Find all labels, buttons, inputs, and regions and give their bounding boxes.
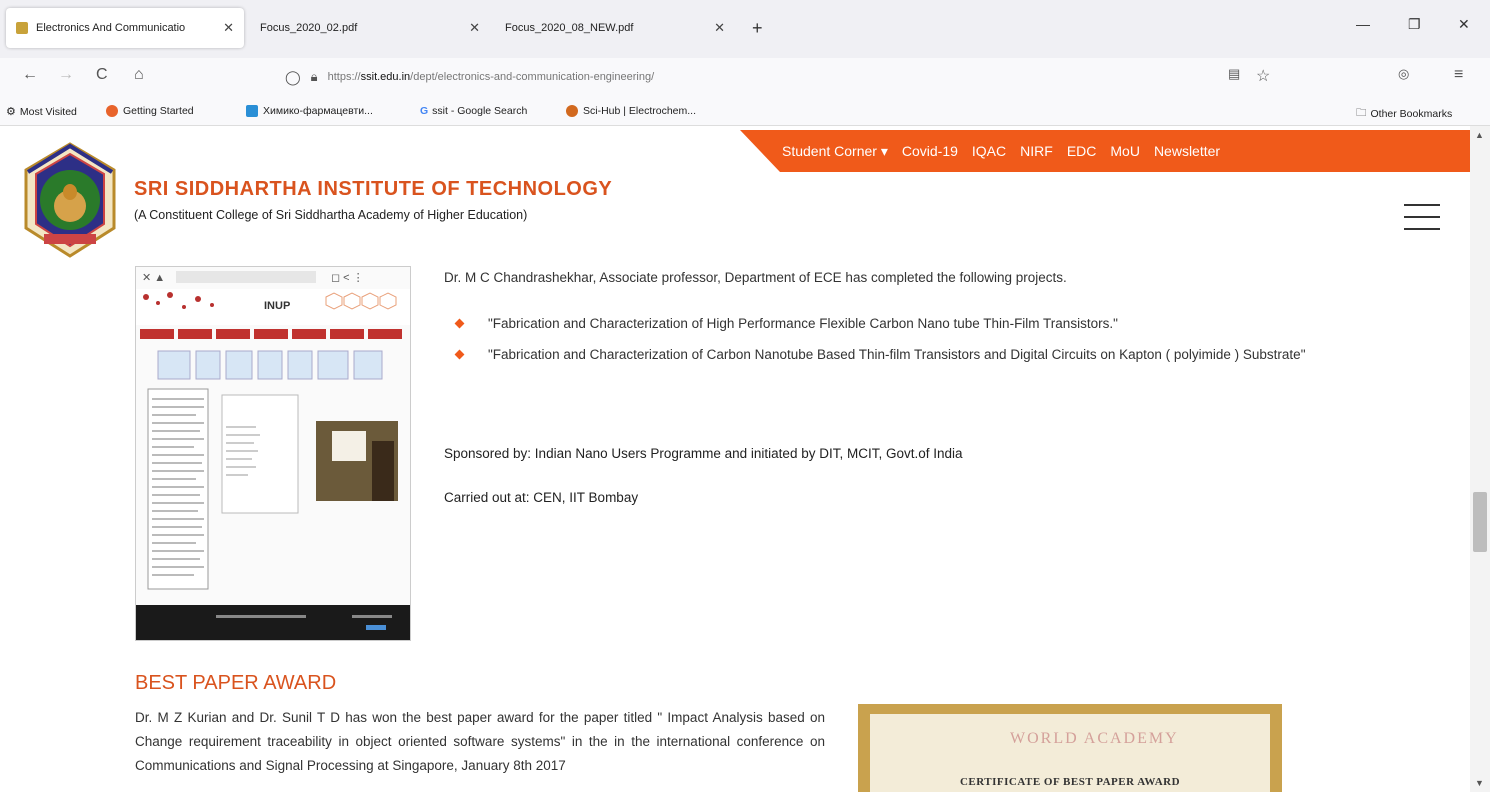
page-scrollbar[interactable]: ▲ ▼ <box>1470 126 1490 792</box>
browser-tab-bar: Electronics And Communicatio ✕ Focus_202… <box>0 0 1490 58</box>
tab-close-icon[interactable]: ✕ <box>223 20 234 36</box>
institute-subtitle: (A Constituent College of Sri Siddhartha… <box>134 208 528 222</box>
inup-header-text: INUP <box>264 300 290 312</box>
sponsor-text: Sponsored by: Indian Nano Users Programm… <box>444 446 963 461</box>
folder-icon: 🗀 <box>1356 107 1367 119</box>
browser-nav-bar: ← → C ⌂ ◯ 🔒︎ https:// ssit.edu.in /dept/… <box>0 58 1490 96</box>
back-icon[interactable]: ← <box>22 66 38 84</box>
certificate-image: WORLD ACADEMY CERTIFICATE OF BEST PAPER … <box>858 704 1282 792</box>
bookmark-label: ssit - Google Search <box>432 105 528 117</box>
tab-close-icon[interactable]: ✕ <box>469 20 480 36</box>
firefox-icon <box>106 105 118 117</box>
bookmark-getting-started[interactable]: Getting Started <box>106 105 194 117</box>
tab-label: Focus_2020_08_NEW.pdf <box>505 22 634 34</box>
bookmark-label: Other Bookmarks <box>1370 108 1453 120</box>
bookmark-pharma[interactable]: Химико-фармацевти... <box>246 105 373 117</box>
bookmark-label: Getting Started <box>123 105 194 117</box>
menu-icon[interactable]: ≡ <box>1454 66 1463 84</box>
certificate-title: CERTIFICATE OF BEST PAPER AWARD <box>959 776 1181 788</box>
minimize-button[interactable]: — <box>1356 16 1370 32</box>
tab-label: Focus_2020_02.pdf <box>260 22 358 34</box>
nav-newsletter[interactable]: Newsletter <box>1154 143 1220 159</box>
best-paper-award-text: Dr. M Z Kurian and Dr. Sunil T D has won… <box>135 710 825 773</box>
home-icon[interactable]: ⌂ <box>134 66 144 84</box>
bookmark-most-visited[interactable]: ⚙ Most Visited <box>6 105 77 119</box>
bookmark-star-icon[interactable]: ☆ <box>1256 66 1270 86</box>
url-path: /dept/electronics-and-communication-engi… <box>410 71 655 83</box>
bookmark-ssit-google[interactable]: G ssit - Google Search <box>420 105 527 117</box>
nav-iqac[interactable]: IQAC <box>972 143 1006 159</box>
close-window-button[interactable]: ✕ <box>1458 16 1470 33</box>
site-favicon-icon <box>16 22 28 34</box>
page-viewport: Student Corner ▾ Covid-19 IQAC NIRF EDC … <box>0 126 1470 792</box>
nav-student-corner[interactable]: Student Corner ▾ <box>782 143 888 160</box>
nav-mou[interactable]: MoU <box>1110 143 1140 159</box>
shield-icon[interactable]: ◯ <box>285 69 301 86</box>
project-item: "Fabrication and Characterization of Car… <box>456 343 1341 366</box>
reload-icon[interactable]: C <box>96 66 108 84</box>
inup-project-image: ✕ ▲ ◻ < ⋮ INUP <box>135 266 411 641</box>
restore-button[interactable]: ❐ <box>1408 16 1421 33</box>
nav-edc[interactable]: EDC <box>1067 143 1097 159</box>
certificate-seal-text: WORLD ACADEMY <box>1010 730 1179 747</box>
other-bookmarks[interactable]: 🗀 Other Bookmarks <box>1356 105 1452 123</box>
new-tab-button[interactable]: + <box>752 18 763 39</box>
hamburger-menu-icon[interactable] <box>1404 204 1440 230</box>
carried-out-text: Carried out at: CEN, IIT Bombay <box>444 490 639 505</box>
tab-electronics[interactable]: Electronics And Communicatio ✕ <box>6 8 244 48</box>
scroll-down-icon[interactable]: ▼ <box>1475 778 1484 788</box>
bookmark-label: Sci-Hub | Electrochem... <box>583 105 697 117</box>
projects-intro: Dr. M C Chandrashekhar, Associate profes… <box>444 270 1067 285</box>
svg-text:✕ ▲: ✕ ▲ <box>142 272 165 284</box>
scihub-icon <box>566 105 578 117</box>
bookmark-label: Most Visited <box>19 105 77 118</box>
nav-nirf[interactable]: NIRF <box>1020 143 1053 159</box>
gear-icon: ⚙ <box>6 106 16 118</box>
bookmark-scihub[interactable]: Sci-Hub | Electrochem... <box>566 105 696 117</box>
institute-logo[interactable] <box>18 142 122 260</box>
scrollbar-thumb[interactable] <box>1473 492 1487 552</box>
tab-close-icon[interactable]: ✕ <box>714 20 725 36</box>
forward-icon[interactable]: → <box>58 66 74 84</box>
google-icon: G <box>420 105 429 117</box>
url-bar[interactable]: ◯ 🔒︎ https:// ssit.edu.in /dept/electron… <box>285 62 1285 92</box>
reader-view-icon[interactable]: ▤ <box>1228 66 1240 82</box>
scroll-up-icon[interactable]: ▲ <box>1475 130 1484 140</box>
site-icon <box>246 105 258 117</box>
pocket-icon[interactable]: ◎ <box>1398 66 1409 82</box>
site-top-nav: Student Corner ▾ Covid-19 IQAC NIRF EDC … <box>740 130 1470 172</box>
lock-icon[interactable]: 🔒︎ <box>311 69 318 85</box>
project-item: "Fabrication and Characterization of Hig… <box>456 312 1341 335</box>
bookmark-label: Химико-фармацевти... <box>263 105 373 117</box>
nav-covid[interactable]: Covid-19 <box>902 143 958 159</box>
svg-text:◻ < ⋮: ◻ < ⋮ <box>331 272 364 284</box>
projects-list: "Fabrication and Characterization of Hig… <box>456 312 1341 374</box>
url-prefix: https:// <box>327 71 361 83</box>
tab-focus-2020-08[interactable]: Focus_2020_08_NEW.pdf ✕ <box>495 8 735 48</box>
best-paper-award-heading: BEST PAPER AWARD <box>135 672 337 694</box>
institute-name: SRI SIDDHARTHA INSTITUTE OF TECHNOLOGY <box>134 178 613 200</box>
url-domain: ssit.edu.in <box>360 71 411 83</box>
bookmarks-bar: ⚙ Most Visited Getting Started Химико-фа… <box>0 96 1490 126</box>
tab-label: Electronics And Communicatio <box>36 22 186 34</box>
tab-focus-2020-02[interactable]: Focus_2020_02.pdf ✕ <box>250 8 490 48</box>
